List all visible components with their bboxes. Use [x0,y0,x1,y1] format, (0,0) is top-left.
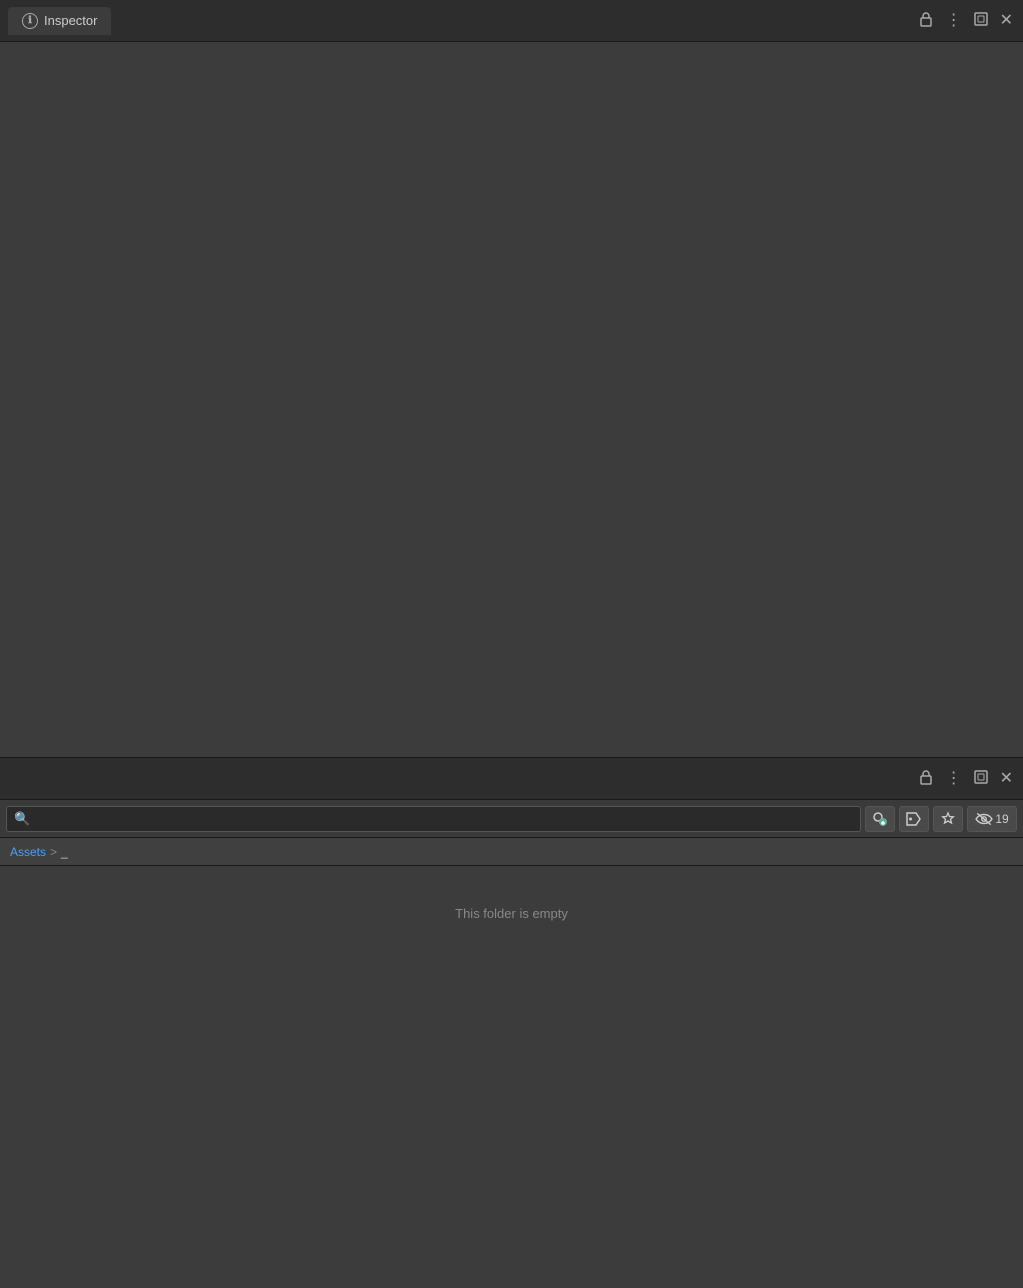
breadcrumb-current: _ [61,845,68,859]
inspector-tab[interactable]: ℹ Inspector [8,7,111,35]
filter-label-button[interactable] [899,806,929,832]
breadcrumb-separator: > [50,845,57,859]
inspector-close-icon[interactable]: ✕ [998,11,1015,31]
info-icon: ℹ [22,13,38,29]
inspector-panel: ℹ Inspector ⋮ ✕ [0,0,1023,757]
hidden-count-button[interactable]: 19 [967,806,1017,832]
hidden-count-label: 19 [995,812,1008,826]
inspector-titlebar: ℹ Inspector ⋮ ✕ [0,0,1023,42]
search-wrapper: 🔍 [6,806,861,832]
assets-lock-icon[interactable] [916,767,936,791]
assets-toolbar: 🔍 [0,800,1023,838]
search-input[interactable] [6,806,861,832]
inspector-more-icon[interactable]: ⋮ [944,11,964,31]
favorites-button[interactable] [933,806,963,832]
assets-maximize-icon[interactable] [972,768,990,790]
assets-content: This folder is empty [0,866,1023,1288]
inspector-lock-icon[interactable] [916,9,936,33]
assets-breadcrumb: Assets > _ [0,838,1023,866]
inspector-title: Inspector [44,13,97,28]
assets-controls: ⋮ ✕ [916,767,1015,791]
assets-titlebar: ⋮ ✕ [0,758,1023,800]
inspector-maximize-icon[interactable] [972,10,990,32]
inspector-content [0,42,1023,757]
assets-more-icon[interactable]: ⋮ [944,769,964,789]
breadcrumb-root[interactable]: Assets [10,845,46,859]
empty-folder-message: This folder is empty [455,906,568,921]
assets-panel: ⋮ ✕ 🔍 [0,758,1023,1288]
assets-close-icon[interactable]: ✕ [998,769,1015,789]
filter-type-button[interactable] [865,806,895,832]
inspector-controls: ⋮ ✕ [916,9,1015,33]
